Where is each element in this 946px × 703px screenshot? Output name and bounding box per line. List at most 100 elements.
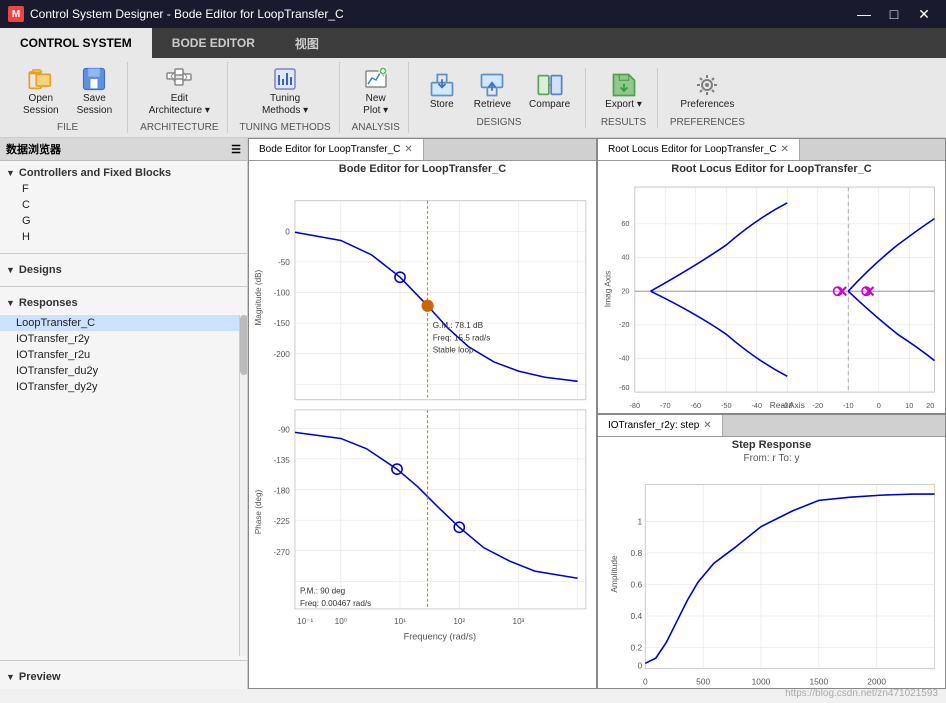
designs-section: Designs: [0, 258, 247, 282]
controller-item-c[interactable]: C: [6, 197, 241, 213]
preferences-group-label: PREFERENCES: [670, 115, 745, 128]
main-tab-bar: CONTROL SYSTEM BODE EDITOR 视图: [0, 28, 946, 58]
controller-item-g[interactable]: G: [6, 213, 241, 229]
response-item-io-du2y[interactable]: IOTransfer_du2y: [0, 363, 247, 379]
svg-text:20: 20: [926, 401, 934, 410]
root-locus-tab[interactable]: Root Locus Editor for LoopTransfer_C ✕: [598, 139, 800, 160]
response-item-loop-transfer-c[interactable]: LoopTransfer_C: [0, 315, 247, 331]
open-session-button[interactable]: OpenSession: [16, 62, 66, 120]
svg-text:1500: 1500: [809, 676, 828, 686]
new-plot-button[interactable]: NewPlot ▾: [355, 62, 397, 120]
bode-tab-close[interactable]: ✕: [404, 144, 412, 155]
controllers-title[interactable]: Controllers and Fixed Blocks: [6, 165, 241, 181]
tab-view[interactable]: 视图: [275, 28, 339, 58]
store-button[interactable]: Store: [421, 68, 463, 114]
root-locus-tab-bar: Root Locus Editor for LoopTransfer_C ✕: [598, 139, 945, 161]
bode-editor-panel: Bode Editor for LoopTransfer_C ✕ Bode Ed…: [248, 138, 597, 689]
step-tab-bar: IOTransfer_r2y: step ✕: [598, 415, 945, 437]
preferences-button[interactable]: Preferences: [673, 68, 741, 114]
root-locus-tab-label: Root Locus Editor for LoopTransfer_C: [608, 144, 777, 155]
responses-list: LoopTransfer_C IOTransfer_r2y IOTransfer…: [0, 315, 247, 656]
svg-text:10¹: 10¹: [394, 617, 406, 626]
svg-text:-200: -200: [273, 350, 290, 359]
svg-text:Frequency (rad/s): Frequency (rad/s): [404, 632, 476, 642]
svg-text:-40: -40: [619, 354, 630, 363]
svg-text:-40: -40: [751, 401, 762, 410]
svg-text:Amplitude: Amplitude: [609, 554, 619, 592]
svg-text:1000: 1000: [752, 676, 771, 686]
svg-text:Stable loop: Stable loop: [433, 346, 474, 355]
tab-bode-editor[interactable]: BODE EDITOR: [152, 28, 275, 58]
file-buttons: OpenSession SaveSession: [16, 62, 119, 120]
preferences-icon: [693, 71, 721, 99]
edit-architecture-button[interactable]: EditArchitecture ▾: [142, 62, 217, 120]
svg-text:0: 0: [637, 660, 642, 670]
svg-text:40: 40: [621, 253, 629, 262]
tuning-methods-button[interactable]: TuningMethods ▾: [255, 62, 315, 120]
svg-text:-90: -90: [278, 425, 290, 434]
preview-section: Preview: [0, 665, 247, 689]
compare-label: Compare: [529, 99, 570, 111]
watermark: https://blog.csdn.net/zn471021593: [785, 688, 938, 699]
svg-text:Freq: 0.00467 rad/s: Freq: 0.00467 rad/s: [300, 599, 371, 608]
panel-header: 数据浏览器 ☰: [0, 138, 247, 161]
save-session-label: SaveSession: [77, 93, 113, 117]
svg-text:-60: -60: [619, 383, 630, 392]
export-button[interactable]: Export ▾: [598, 68, 649, 114]
maximize-button[interactable]: □: [880, 3, 908, 25]
file-group-label: FILE: [57, 120, 78, 133]
controller-item-h[interactable]: H: [6, 229, 241, 245]
minimize-button[interactable]: —: [850, 3, 878, 25]
close-button[interactable]: ✕: [910, 3, 938, 25]
svg-text:-10: -10: [843, 401, 854, 410]
bode-tab[interactable]: Bode Editor for LoopTransfer_C ✕: [249, 139, 424, 160]
compare-button[interactable]: Compare: [522, 68, 577, 114]
panel-menu-icon[interactable]: ☰: [231, 143, 241, 156]
tuning-methods-label: TuningMethods ▾: [262, 93, 308, 117]
scrollbar[interactable]: [239, 315, 247, 656]
controller-item-f[interactable]: F: [6, 181, 241, 197]
step-response-subtitle: From: r To: y: [598, 453, 945, 464]
svg-text:20: 20: [621, 286, 629, 295]
step-response-content: Step Response From: r To: y: [598, 437, 945, 689]
matlab-icon: M: [8, 6, 24, 22]
svg-text:500: 500: [696, 676, 710, 686]
left-panel: 数据浏览器 ☰ Controllers and Fixed Blocks F C…: [0, 138, 248, 689]
plots-area: Bode Editor for LoopTransfer_C ✕ Bode Ed…: [248, 138, 946, 689]
root-locus-tab-close[interactable]: ✕: [781, 144, 789, 155]
tab-control-system[interactable]: CONTROL SYSTEM: [0, 28, 152, 58]
toolbar-group-results: Export ▾ RESULTS: [590, 68, 658, 128]
scrollbar-thumb[interactable]: [240, 315, 247, 375]
compare-icon: [536, 71, 564, 99]
tuning-icon: [271, 65, 299, 93]
bode-svg: 0 -50 -100 -150 -200 Magnitude (dB) G.M.…: [249, 177, 596, 688]
architecture-buttons: EditArchitecture ▾: [142, 62, 217, 120]
open-icon: [27, 65, 55, 93]
response-item-io-r2u[interactable]: IOTransfer_r2u: [0, 347, 247, 363]
new-plot-icon: [362, 65, 390, 93]
svg-text:0: 0: [285, 227, 290, 236]
responses-title[interactable]: Responses: [6, 295, 241, 311]
svg-text:0.2: 0.2: [630, 642, 642, 652]
toolbar-group-analysis: NewPlot ▾ ANALYSIS: [344, 62, 409, 133]
bode-tab-bar: Bode Editor for LoopTransfer_C ✕: [249, 139, 596, 161]
retrieve-button[interactable]: Retrieve: [467, 68, 518, 114]
analysis-buttons: NewPlot ▾: [355, 62, 397, 120]
svg-text:10: 10: [905, 401, 913, 410]
response-item-io-dy2y[interactable]: IOTransfer_dy2y: [0, 379, 247, 395]
designs-title[interactable]: Designs: [6, 262, 241, 278]
step-tab-label: IOTransfer_r2y: step: [608, 420, 699, 431]
svg-text:-50: -50: [721, 401, 732, 410]
svg-text:-180: -180: [273, 487, 290, 496]
preview-title[interactable]: Preview: [6, 669, 241, 685]
svg-text:10⁰: 10⁰: [335, 617, 347, 626]
edit-architecture-label: EditArchitecture ▾: [149, 93, 210, 117]
save-session-button[interactable]: SaveSession: [70, 62, 120, 120]
toolbar-group-preferences: Preferences PREFERENCES: [662, 68, 753, 128]
response-item-io-r2y[interactable]: IOTransfer_r2y: [0, 331, 247, 347]
step-tab[interactable]: IOTransfer_r2y: step ✕: [598, 415, 723, 436]
svg-text:-50: -50: [278, 258, 290, 267]
step-tab-close[interactable]: ✕: [703, 420, 711, 431]
architecture-group-label: ARCHITECTURE: [140, 120, 218, 133]
toolbar-group-designs: Store Retrieve Compare DESIGNS: [413, 68, 586, 128]
